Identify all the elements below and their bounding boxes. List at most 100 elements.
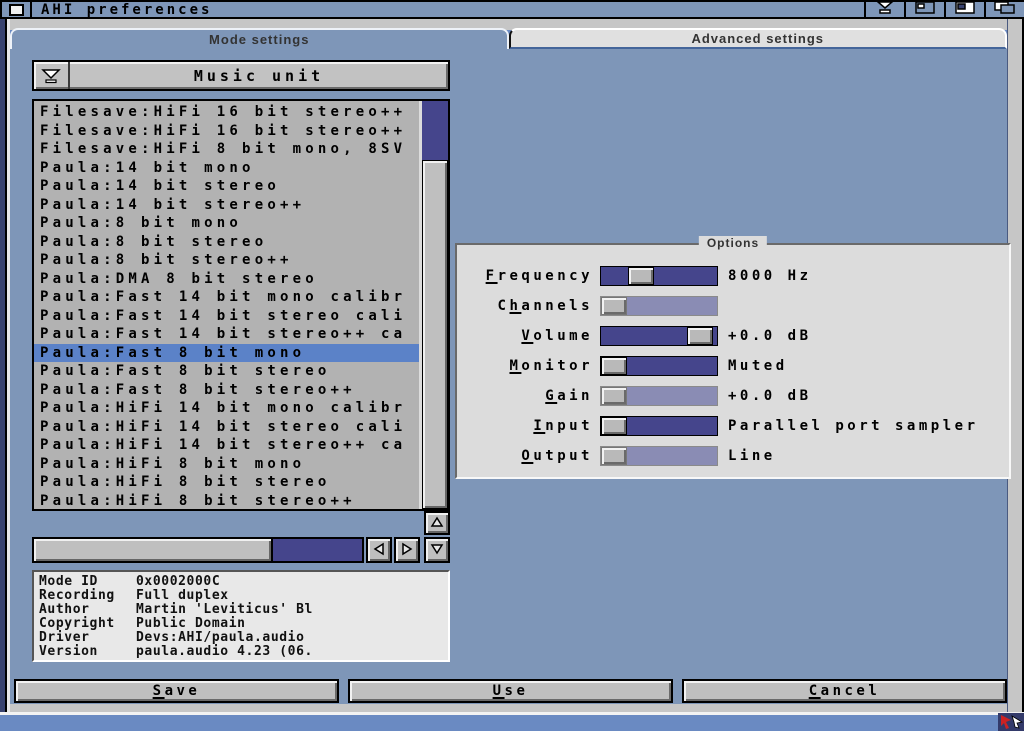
use-button[interactable]: Use — [348, 679, 673, 703]
vertical-scrollbar-thumb[interactable] — [422, 160, 448, 509]
arrow-left-icon — [372, 541, 386, 560]
mode-list-vertical-scrollbar[interactable] — [419, 101, 448, 509]
option-row-monitor: MonitorMuted — [465, 351, 1001, 381]
titlebar-gadgets — [864, 2, 1024, 17]
unit-selector-label: Music unit — [70, 62, 448, 89]
mode-list-item[interactable]: Paula:HiFi 14 bit stereo++ ca — [34, 436, 419, 455]
mode-list-item[interactable]: Paula:Fast 8 bit mono — [34, 344, 419, 363]
volume-slider[interactable] — [600, 326, 718, 346]
window-depth-button[interactable] — [984, 2, 1024, 17]
arrow-right-icon — [400, 541, 414, 560]
mode-list-item[interactable]: Paula:8 bit stereo — [34, 233, 419, 252]
option-row-volume: Volume+0.0 dB — [465, 321, 1001, 351]
save-button[interactable]: Save — [14, 679, 339, 703]
mode-list-item[interactable]: Paula:8 bit stereo++ — [34, 251, 419, 270]
button-label: Cancel — [809, 683, 881, 699]
option-value: Parallel port sampler — [728, 418, 979, 434]
mouse-pointer-icon — [998, 713, 1024, 731]
slider-knob — [601, 387, 627, 405]
gain-slider — [600, 386, 718, 406]
monitor-slider[interactable] — [600, 356, 718, 376]
info-key: Mode ID — [39, 575, 136, 589]
workbench-screen: AHI preferences — [0, 0, 1024, 731]
slider-knob[interactable] — [601, 357, 627, 375]
option-value: +0.0 dB — [728, 328, 812, 344]
info-row: CopyrightPublic Domain — [39, 617, 448, 631]
horizontal-scrollbar-thumb[interactable] — [34, 539, 273, 561]
unit-selector[interactable]: Music unit — [32, 60, 450, 91]
option-label: Frequency — [465, 268, 593, 284]
window-title: AHI preferences — [32, 2, 864, 17]
slider-knob[interactable] — [601, 417, 627, 435]
info-key: Copyright — [39, 617, 136, 631]
arrow-up-icon — [430, 514, 444, 533]
slider-knob — [601, 447, 627, 465]
tab-bar: Mode settingsAdvanced settings — [10, 28, 1007, 49]
scroll-right-button[interactable] — [394, 537, 420, 563]
mode-list-item[interactable]: Paula:Fast 14 bit stereo cali — [34, 307, 419, 326]
slider-knob[interactable] — [687, 327, 713, 345]
mode-list-item[interactable]: Paula:Fast 8 bit stereo++ — [34, 381, 419, 400]
window-titlebar[interactable]: AHI preferences — [0, 0, 1024, 19]
option-value: 8000 Hz — [728, 268, 812, 284]
mode-list-item[interactable]: Paula:Fast 14 bit stereo++ ca — [34, 325, 419, 344]
mode-list-item[interactable]: Filesave:HiFi 16 bit stereo++ — [34, 103, 419, 122]
depth-icon — [993, 0, 1017, 19]
mode-list-item[interactable]: Paula:8 bit mono — [34, 214, 419, 233]
options-group: Options Frequency8000 HzChannelsVolume+0… — [455, 243, 1011, 479]
option-row-output: OutputLine — [465, 441, 1001, 471]
mode-list-item[interactable]: Paula:14 bit stereo++ — [34, 196, 419, 215]
info-value: Full duplex — [136, 589, 448, 603]
option-row-channels: Channels — [465, 291, 1001, 321]
mode-list-item[interactable]: Filesave:HiFi 16 bit stereo++ — [34, 122, 419, 141]
option-label: Channels — [465, 298, 593, 314]
info-value: paula.audio 4.23 (06. — [136, 645, 448, 659]
input-slider[interactable] — [600, 416, 718, 436]
mode-list-item[interactable]: Paula:HiFi 14 bit stereo cali — [34, 418, 419, 437]
info-row: Mode ID0x0002000C — [39, 575, 448, 589]
scroll-up-button[interactable] — [424, 511, 450, 535]
window-iconify-button[interactable] — [864, 2, 904, 17]
window-frame: Mode settingsAdvanced settings Music uni… — [0, 19, 1024, 715]
mode-list-content[interactable]: Filesave:HiFi 16 bit stereo++Filesave:Hi… — [34, 101, 419, 509]
mode-list-item[interactable]: Paula:14 bit mono — [34, 159, 419, 178]
iconify-icon — [874, 0, 896, 19]
tab-advanced-settings[interactable]: Advanced settings — [509, 28, 1008, 49]
info-row: DriverDevs:AHI/paula.audio — [39, 631, 448, 645]
arrow-down-icon — [430, 541, 444, 560]
mode-list-item[interactable]: Paula:HiFi 8 bit stereo++ — [34, 492, 419, 510]
slider-knob[interactable] — [628, 267, 654, 285]
info-key: Driver — [39, 631, 136, 645]
scroll-down-button[interactable] — [424, 537, 450, 563]
window-close-button[interactable] — [0, 2, 32, 17]
cancel-button[interactable]: Cancel — [682, 679, 1007, 703]
window-border-bottom — [10, 704, 1007, 712]
window-zoom-button[interactable] — [944, 2, 984, 17]
button-label: Use — [493, 683, 529, 699]
action-button-row: Save Use Cancel — [14, 679, 1007, 703]
info-key: Version — [39, 645, 136, 659]
mode-list: Filesave:HiFi 16 bit stereo++Filesave:Hi… — [32, 99, 450, 511]
mode-info-panel: Mode ID0x0002000CRecordingFull duplexAut… — [32, 570, 450, 662]
window-zip-button[interactable] — [904, 2, 944, 17]
mode-list-horizontal-scrollbar[interactable] — [32, 537, 364, 563]
info-value: Devs:AHI/paula.audio — [136, 631, 448, 645]
mode-list-item[interactable]: Paula:HiFi 8 bit mono — [34, 455, 419, 474]
option-row-gain: Gain+0.0 dB — [465, 381, 1001, 411]
output-slider — [600, 446, 718, 466]
mode-list-item[interactable]: Paula:Fast 8 bit stereo — [34, 362, 419, 381]
info-value: Public Domain — [136, 617, 448, 631]
tab-mode-settings[interactable]: Mode settings — [10, 28, 509, 49]
mode-list-item[interactable]: Filesave:HiFi 8 bit mono, 8SV — [34, 140, 419, 159]
mode-settings-page: Music unit Filesave:HiFi 16 bit stereo++… — [10, 49, 1007, 704]
mode-list-item[interactable]: Paula:Fast 14 bit mono calibr — [34, 288, 419, 307]
scroll-left-button[interactable] — [366, 537, 392, 563]
info-value: 0x0002000C — [136, 575, 448, 589]
ahi-preferences-window: AHI preferences — [0, 0, 1024, 715]
mode-list-item[interactable]: Paula:14 bit stereo — [34, 177, 419, 196]
frequency-slider[interactable] — [600, 266, 718, 286]
mode-list-item[interactable]: Paula:DMA 8 bit stereo — [34, 270, 419, 289]
zoom-icon — [954, 0, 976, 19]
mode-list-item[interactable]: Paula:HiFi 8 bit stereo — [34, 473, 419, 492]
mode-list-item[interactable]: Paula:HiFi 14 bit mono calibr — [34, 399, 419, 418]
